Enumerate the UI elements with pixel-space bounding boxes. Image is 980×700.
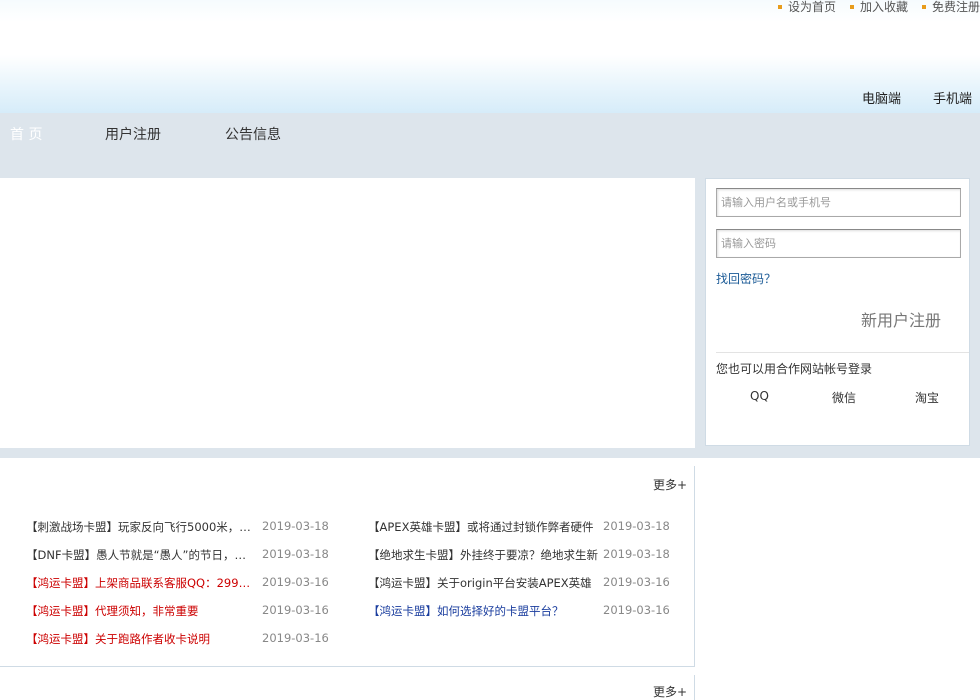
free-register-label: 免费注册 [931, 0, 980, 14]
news-section-2: 更多+ [0, 675, 695, 700]
banner-area [0, 178, 695, 448]
news-item-title[interactable]: 【鸿运卡盟】如何选择好的卡盟平台？ [368, 603, 598, 619]
news-item-date: 2019-03-16 [603, 603, 670, 617]
news-item-title[interactable]: 【鸿运卡盟】代理须知，非常重要 [26, 603, 256, 619]
set-homepage-label: 设为首页 [787, 0, 836, 14]
news-item-date: 2019-03-16 [262, 603, 329, 617]
news-item-title[interactable]: 【鸿运卡盟】关于跑路作者收卡说明 [26, 631, 256, 647]
nav-item-announcements[interactable]: 公告信息 [225, 124, 281, 144]
more-news-link-2[interactable]: 更多+ [653, 683, 687, 700]
news-item-date: 2019-03-16 [262, 575, 329, 589]
news-item-title[interactable]: 【刺激战场卡盟】玩家反向飞行5000米，竟然 [26, 519, 256, 535]
nav-item-home[interactable]: 首 页 [10, 124, 42, 144]
news-item-date: 2019-03-18 [262, 547, 329, 561]
login-panel: 找回密码？ 新用户注册 您也可以用合作网站帐号登录 QQ 微信 淘宝 [705, 178, 970, 446]
news-section: 更多+ 【刺激战场卡盟】玩家反向飞行5000米，竟然 2019-03-18 【A… [0, 466, 695, 667]
news-row: 【鸿运卡盟】关于跑路作者收卡说明 2019-03-16 [0, 631, 695, 647]
divider [716, 352, 969, 353]
bullet-icon [849, 4, 854, 9]
news-item-title[interactable]: 【鸿运卡盟】上架商品联系客服QQ：299888 [26, 575, 256, 591]
forgot-password-link[interactable]: 找回密码？ [716, 270, 776, 287]
mobile-link[interactable]: 手机端 [933, 88, 972, 107]
news-item-title[interactable]: 【DNF卡盟】愚人节就是“愚人”的节日，一起来 [26, 547, 256, 563]
news-item-date: 2019-03-16 [262, 631, 329, 645]
nav-item-register[interactable]: 用户注册 [105, 124, 161, 144]
news-item-date: 2019-03-18 [603, 547, 670, 561]
qq-login-link[interactable]: QQ [750, 389, 769, 403]
set-homepage-link[interactable]: 设为首页 [777, 0, 836, 15]
more-news-link[interactable]: 更多+ [653, 476, 687, 493]
news-item-date: 2019-03-16 [603, 575, 670, 589]
partner-login-text: 您也可以用合作网站帐号登录 [716, 362, 873, 376]
news-item-title[interactable]: 【APEX英雄卡盟】或将通过封锁作弊者硬件 [368, 519, 598, 535]
username-input[interactable] [716, 188, 961, 217]
news-row: 【刺激战场卡盟】玩家反向飞行5000米，竟然 2019-03-18 【APEX英… [0, 519, 695, 535]
news-row: 【DNF卡盟】愚人节就是“愚人”的节日，一起来 2019-03-18 【绝地求生… [0, 547, 695, 563]
main-nav: 首 页 用户注册 公告信息 [0, 113, 980, 178]
desktop-link[interactable]: 电脑端 [862, 88, 901, 107]
add-favorite-label: 加入收藏 [859, 0, 908, 14]
wechat-login-link[interactable]: 微信 [832, 389, 856, 406]
top-links: 设为首页 加入收藏 免费注册 [764, 0, 980, 15]
new-user-register-button[interactable]: 新用户注册 [861, 307, 941, 331]
section-divider [0, 448, 980, 458]
bullet-icon [921, 4, 926, 9]
free-register-link[interactable]: 免费注册 [921, 0, 980, 15]
device-links: 电脑端 手机端 [830, 88, 972, 107]
bullet-icon [777, 4, 782, 9]
taobao-login-link[interactable]: 淘宝 [915, 389, 939, 406]
news-item-date: 2019-03-18 [262, 519, 329, 533]
news-item-date: 2019-03-18 [603, 519, 670, 533]
news-item-title[interactable]: 【绝地求生卡盟】外挂终于要凉？绝地求生新 [368, 547, 598, 563]
password-input[interactable] [716, 229, 961, 258]
news-item-title[interactable]: 【鸿运卡盟】关于origin平台安装APEX英雄 [368, 575, 598, 591]
add-favorite-link[interactable]: 加入收藏 [849, 0, 908, 15]
news-row: 【鸿运卡盟】代理须知，非常重要 2019-03-16 【鸿运卡盟】如何选择好的卡… [0, 603, 695, 619]
header: 设为首页 加入收藏 免费注册 电脑端 手机端 [0, 0, 980, 113]
news-row: 【鸿运卡盟】上架商品联系客服QQ：299888 2019-03-16 【鸿运卡盟… [0, 575, 695, 591]
